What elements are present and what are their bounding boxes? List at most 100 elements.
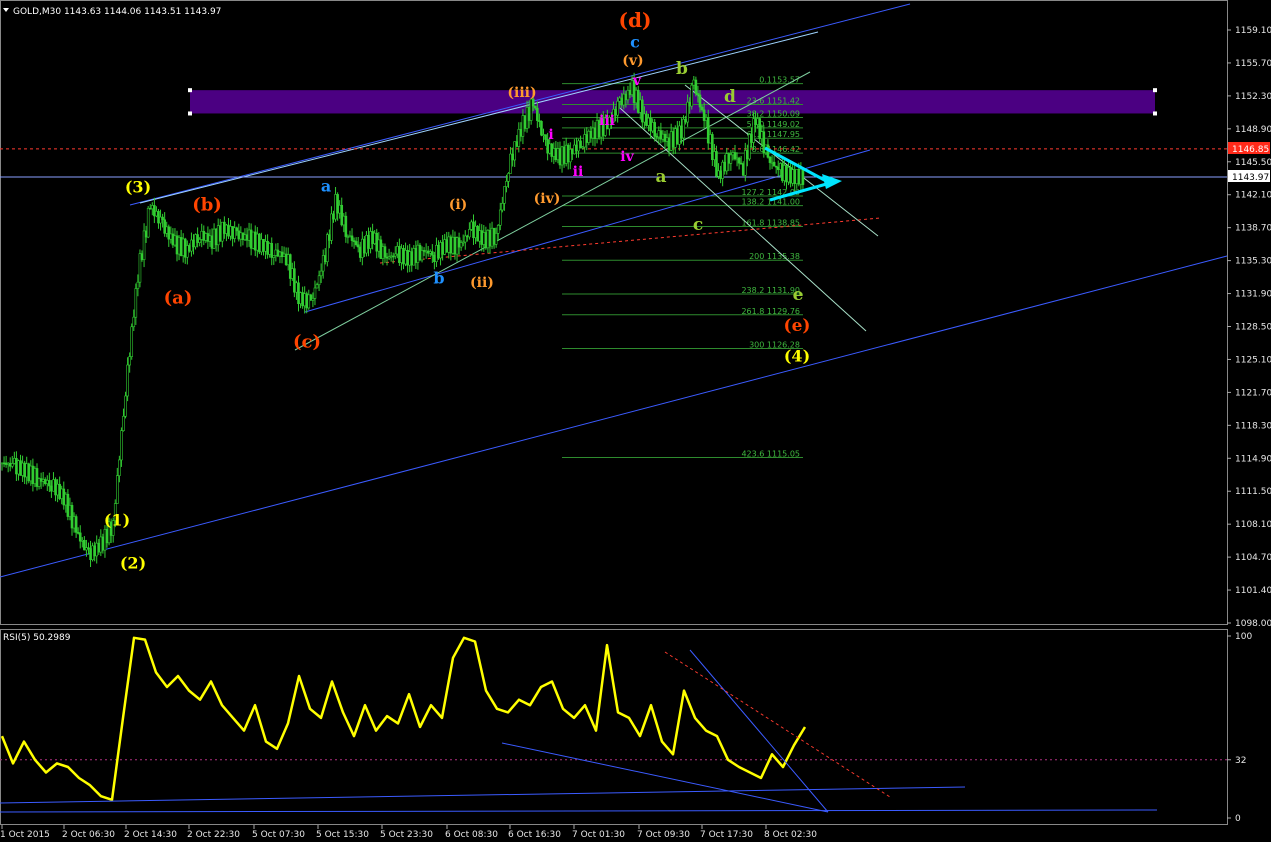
candle-body	[369, 231, 372, 249]
wave-label: (iv)	[534, 191, 561, 207]
candle-body	[511, 153, 514, 161]
zone-handle[interactable]	[188, 88, 192, 93]
candle-body	[437, 244, 440, 259]
candle-body	[480, 230, 484, 245]
candle-body	[655, 136, 659, 138]
candle-body	[498, 209, 502, 226]
chart-info: GOLD,M30 1143.63 1144.06 1143.51 1143.97	[3, 7, 221, 17]
candle-body	[43, 479, 47, 484]
candle-body	[225, 224, 228, 234]
chart-canvas[interactable]: 0.1153.5723.6 1151.4238.2 1150.0950.0 11…	[0, 0, 1271, 842]
candle-body	[375, 232, 379, 252]
cyan-arrowhead[interactable]	[822, 174, 842, 189]
candle-body	[243, 234, 247, 240]
candle-body	[346, 236, 350, 238]
candle-body	[227, 224, 230, 237]
candle-body	[126, 364, 129, 397]
candle-body	[688, 101, 691, 107]
candle-body	[729, 154, 733, 164]
price-tick-label: 1142.10	[1235, 191, 1271, 201]
red-level-price-box: 1146.85	[1228, 142, 1270, 155]
wave-label: (1)	[104, 511, 130, 530]
candle-body	[793, 169, 797, 184]
candle-body	[64, 493, 68, 506]
rsi-trendline	[501, 742, 829, 813]
candle-body	[412, 248, 416, 266]
candle-body	[233, 227, 236, 239]
candle-body	[680, 125, 683, 139]
wave-label: (a)	[164, 287, 193, 308]
price-tick-label: 1155.70	[1235, 59, 1271, 69]
candle-body	[671, 131, 675, 148]
candle-body	[620, 97, 624, 106]
zone-handle[interactable]	[1153, 111, 1157, 116]
candle-body	[155, 210, 158, 217]
candle-body	[754, 118, 757, 125]
time-axis[interactable]: 1 Oct 2015 2 Oct 06:30 2 Oct 14:30 2 Oct 22…	[0, 825, 817, 840]
candle-body	[25, 463, 29, 478]
candle-body	[198, 239, 201, 243]
candle-body	[334, 194, 337, 220]
rsi-axis: 100 32 0	[1227, 632, 1252, 824]
candle-body	[56, 483, 59, 496]
candle-body	[146, 207, 150, 238]
time-tick-label: 6 Oct 16:30	[508, 830, 561, 840]
candle-body	[202, 230, 206, 241]
candle-body	[731, 152, 735, 156]
resistance-zone[interactable]	[188, 88, 1157, 116]
candle-body	[519, 128, 523, 137]
candle-body	[237, 230, 241, 240]
time-tick-label: 5 Oct 23:30	[380, 830, 433, 840]
candle-body	[157, 210, 160, 224]
resistance-zone-rect[interactable]	[190, 90, 1155, 114]
candle-body	[85, 547, 88, 551]
candle-body	[239, 232, 243, 240]
candle-body	[45, 480, 49, 484]
rsi-base-line	[0, 809, 1158, 813]
candle-body	[676, 128, 679, 145]
zone-handle[interactable]	[188, 111, 192, 116]
chart-window[interactable]: 0.1153.57 23.6 1151.42 38.2 1150.09 50.0 11…	[0, 0, 1271, 842]
wave-label: e	[793, 285, 804, 305]
candle-body	[95, 542, 99, 557]
candle-body	[167, 226, 171, 240]
candle-body	[122, 415, 125, 431]
price-axis[interactable]: 1159.10 1155.70 1152.30 1148.90 1145.50 1142.…	[1227, 26, 1271, 629]
candle-body	[231, 226, 234, 239]
candle-body	[291, 268, 294, 279]
candle-body	[241, 232, 245, 240]
candle-body	[669, 131, 673, 151]
candle-body	[554, 148, 558, 161]
candle-body	[420, 250, 424, 261]
green-trendline-up[interactable]	[294, 71, 811, 351]
dropdown-icon[interactable]	[3, 8, 9, 12]
rsi-panel-frame	[0, 629, 1228, 825]
candle-body	[552, 148, 556, 157]
price-tick-label: 1104.70	[1235, 553, 1271, 563]
green-trendline-down-b[interactable]	[619, 107, 867, 332]
candle-body	[348, 235, 352, 238]
candle-body	[218, 225, 222, 242]
candle-body	[706, 117, 710, 144]
candle-body	[727, 153, 731, 164]
fib-level-label: 23.6 1151.42	[747, 97, 800, 106]
candle-body	[785, 165, 788, 183]
candle-body	[494, 233, 498, 245]
candle-body	[8, 462, 12, 467]
candle-body	[144, 230, 148, 238]
zone-handle[interactable]	[1153, 88, 1157, 93]
candle-body	[17, 460, 20, 475]
candle-body	[682, 118, 685, 139]
time-tick-label: 1 Oct 2015	[0, 830, 50, 840]
candle-body	[249, 229, 253, 249]
candle-body	[194, 234, 197, 248]
candle-body	[118, 459, 121, 476]
candle-body	[19, 460, 22, 476]
candle-body	[175, 235, 179, 255]
time-tick-label: 5 Oct 15:30	[316, 830, 369, 840]
candle-body	[307, 294, 311, 309]
candle-body	[161, 216, 164, 221]
candle-body	[76, 532, 80, 534]
candle-body	[447, 236, 451, 253]
candle-body	[268, 243, 271, 255]
